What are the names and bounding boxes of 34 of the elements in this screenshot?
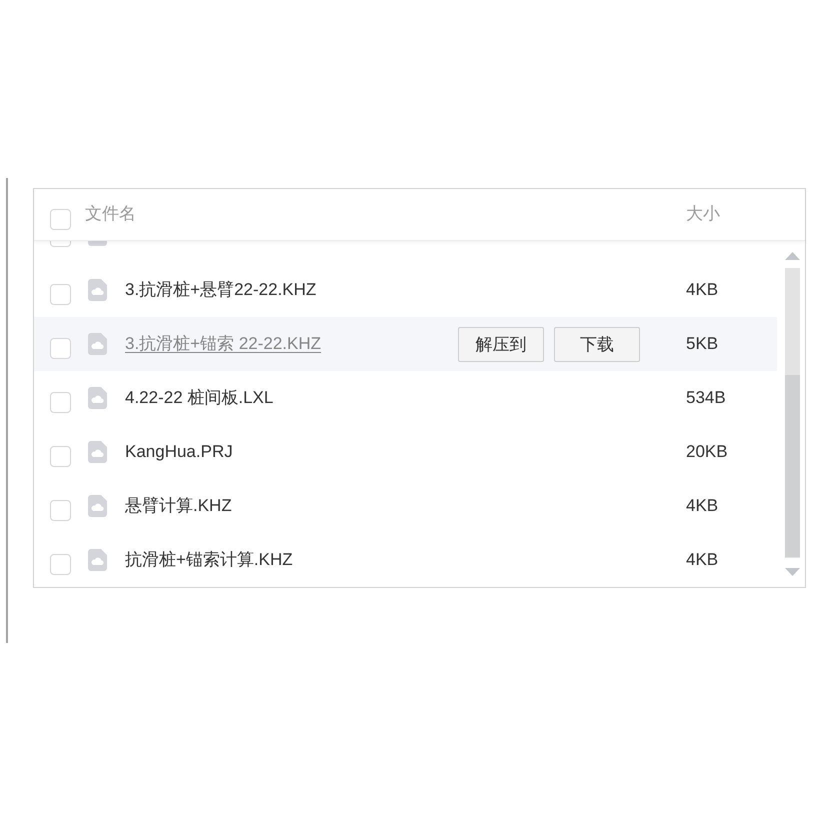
column-header: 文件名 bbox=[85, 204, 137, 225]
file-icon bbox=[88, 387, 107, 409]
file-name[interactable]: KangHua.PRJ bbox=[125, 442, 686, 462]
file-name[interactable]: 3.抗滑桩+悬臂22-22.KHZ bbox=[125, 280, 686, 300]
file-size: 5KB bbox=[686, 334, 720, 354]
select-all-checkbox[interactable] bbox=[50, 208, 71, 230]
checkbox[interactable] bbox=[50, 284, 71, 305]
checkbox[interactable] bbox=[50, 500, 71, 521]
checkbox[interactable] bbox=[50, 392, 71, 413]
file-size: 4KB bbox=[686, 496, 720, 516]
extract-button[interactable]: 解压到 bbox=[458, 326, 544, 362]
file-icon bbox=[88, 333, 107, 355]
file-size: 4KB bbox=[686, 550, 720, 570]
checkbox[interactable] bbox=[50, 554, 71, 575]
file-name[interactable]: 悬臂计算.KHZ bbox=[125, 496, 686, 516]
checkbox[interactable] bbox=[50, 241, 71, 247]
file-icon bbox=[88, 441, 107, 463]
file-icon bbox=[88, 549, 107, 571]
file-size: 534B bbox=[686, 388, 727, 408]
file-row[interactable]: 3.抗滑桩+锚索 22-22.KHZ 解压到 下载 5KB bbox=[34, 317, 777, 371]
file-icon bbox=[88, 279, 107, 301]
column-header: 大小 bbox=[686, 204, 721, 225]
download-button[interactable]: 下载 bbox=[554, 326, 640, 362]
scroll-up-arrow-icon[interactable] bbox=[785, 252, 800, 260]
file-name[interactable]: 抗滑桩+锚索计算.KHZ bbox=[125, 550, 686, 570]
file-icon bbox=[88, 495, 107, 517]
checkbox[interactable] bbox=[50, 338, 71, 359]
checkbox[interactable] bbox=[50, 446, 71, 467]
file-size: 20KB bbox=[686, 442, 729, 462]
file-name[interactable]: 4.22-22 桩间板.LXL bbox=[125, 388, 686, 408]
file-size: 4KB bbox=[686, 280, 720, 300]
file-icon bbox=[88, 241, 107, 246]
scroll-down-arrow-icon[interactable] bbox=[785, 568, 800, 576]
scrollbar-thumb[interactable] bbox=[785, 375, 800, 557]
